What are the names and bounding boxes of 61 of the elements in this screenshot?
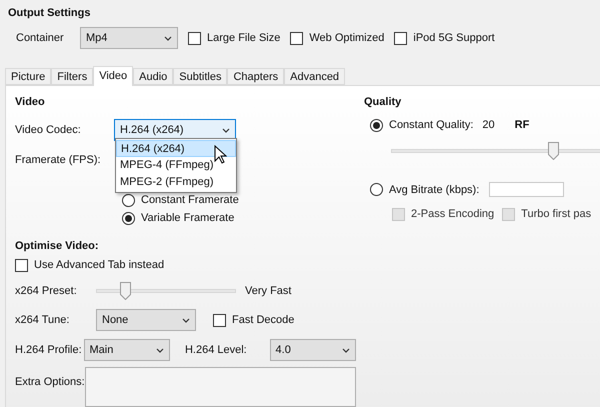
checkbox-label: Use Advanced Tab instead [34,258,164,272]
radio-label: Avg Bitrate (kbps): [389,182,480,196]
slider[interactable] [391,142,600,160]
dropdown[interactable]: Mp4 [80,27,178,49]
field-label: H.264 Level: [184,343,248,357]
section-title: Video [15,95,46,109]
slider-thumb[interactable] [120,282,132,300]
tab[interactable]: Chapters [227,68,284,85]
checkbox-label: Web Optimized [309,31,384,45]
tab[interactable]: Subtitles [173,68,228,85]
quality-value: 20 [482,118,495,132]
radio-label: Variable Framerate [141,211,234,225]
field-label: H.264 Profile: [15,343,83,357]
preset-value: Very Fast [245,284,292,298]
field-label: x264 Tune: [15,313,70,327]
field-label: Extra Options: [15,375,85,389]
field-label: Framerate (FPS): [15,153,101,167]
radio-label: Constant Framerate [141,193,239,207]
dropdown-option[interactable]: MPEG-2 (FFmpeg) [116,174,236,191]
chevron-icon [164,36,172,40]
slider[interactable] [96,282,236,300]
field-label: x264 Preset: [15,284,78,298]
tab[interactable]: Picture [5,68,52,85]
section-title: Output Settings [8,6,92,20]
radio-button[interactable] [122,212,135,224]
checkbox[interactable] [394,32,408,44]
checkbox[interactable] [15,258,28,272]
radio-button[interactable] [370,183,383,196]
chevron-icon [156,348,164,352]
dropdown[interactable]: None [96,309,196,331]
quality-unit: RF [514,118,530,132]
checkbox-label: Fast Decode [232,313,294,327]
checkbox[interactable] [213,314,226,326]
dropdown[interactable]: Main [84,339,170,361]
tab[interactable]: Audio [133,68,174,85]
cursor-icon [214,145,227,165]
dropdown[interactable]: 4.0 [270,339,356,361]
tab[interactable]: Video [93,66,134,86]
radio-label: Constant Quality: [389,118,474,132]
chevron-icon [222,128,230,132]
bitrate-field[interactable] [489,182,564,197]
tab[interactable]: Advanced [284,68,346,85]
checkbox-label: iPod 5G Support [413,31,495,45]
radio-button[interactable] [370,118,383,132]
checkbox-label: Large File Size [207,31,280,45]
chevron-icon [342,348,350,352]
checkbox-label: 2-Pass Encoding [411,207,494,221]
checkbox-label: Turbo first pas [521,207,592,221]
extra-options-field[interactable] [84,367,356,407]
field-label: Container [16,31,65,45]
radio-button[interactable] [122,194,135,206]
dropdown-option[interactable]: MPEG-4 (FFmpeg) [116,157,236,174]
section-title: Optimise Video: [15,239,100,253]
tab[interactable]: Filters [51,68,94,85]
section-title: Quality [364,95,402,109]
checkbox[interactable] [188,32,201,44]
slider-thumb[interactable] [548,142,559,160]
checkbox[interactable] [290,32,304,44]
dropdown-option[interactable]: H.264 (x264) [116,140,236,157]
field-label: Video Codec: [15,123,82,137]
chevron-icon [182,318,190,322]
